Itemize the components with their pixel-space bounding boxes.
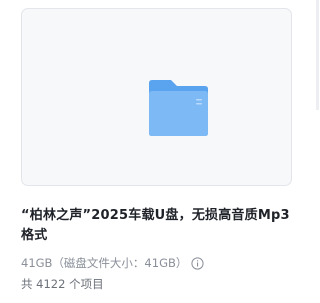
folder-icon bbox=[149, 80, 208, 136]
folder-size-text: 41GB（磁盘文件大小：41GB） bbox=[21, 256, 188, 270]
item-count: 共 4122 个项目 bbox=[21, 277, 104, 291]
folder-size: 41GB（磁盘文件大小：41GB） bbox=[21, 254, 204, 272]
folder-card[interactable]: “柏林之声”2025车载U盘，无损高音质Mp3格式 41GB（磁盘文件大小：41… bbox=[0, 0, 319, 303]
adjacent-card-edge bbox=[316, 0, 319, 110]
info-icon[interactable] bbox=[191, 256, 204, 270]
folder-thumbnail[interactable] bbox=[21, 8, 292, 186]
folder-title[interactable]: “柏林之声”2025车载U盘，无损高音质Mp3格式 bbox=[21, 206, 297, 246]
